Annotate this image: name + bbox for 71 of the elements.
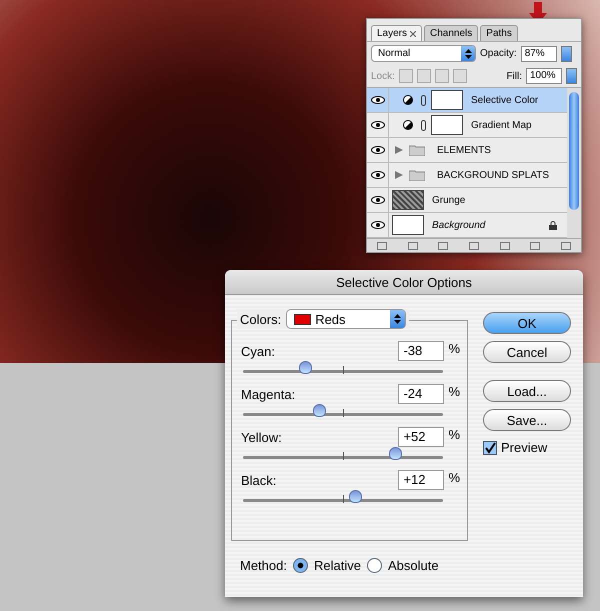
layer-thumbnail	[392, 215, 424, 235]
eye-icon[interactable]	[370, 221, 384, 229]
preview-label: Preview	[501, 440, 548, 455]
value-field[interactable]: -24	[398, 384, 444, 404]
layer-name: Grunge	[432, 194, 466, 206]
stepper-icon	[461, 46, 475, 61]
layer-name: Selective Color	[471, 94, 538, 106]
eye-icon[interactable]	[370, 96, 384, 104]
fill-field[interactable]: 100%	[526, 68, 562, 84]
opacity-arrow-button[interactable]	[560, 46, 572, 62]
stepper-icon	[390, 310, 406, 328]
layer-name: ELEMENTS	[437, 144, 491, 156]
opacity-field[interactable]: 87%	[520, 46, 557, 62]
fill-arrow-button[interactable]	[566, 68, 577, 84]
layer-row[interactable]: Grunge	[367, 188, 567, 213]
panel-tab[interactable]: Paths	[480, 25, 518, 41]
dialog-button[interactable]: Cancel	[483, 341, 571, 363]
mask-thumbnail	[431, 90, 463, 110]
value-field[interactable]: -38	[398, 341, 444, 361]
dialog-button[interactable]: OK	[483, 312, 571, 334]
colors-label: Colors:	[240, 312, 282, 326]
lock-label: Lock:	[371, 70, 395, 82]
layer-row[interactable]: Selective Color	[367, 88, 567, 113]
method-label: Method:	[240, 558, 287, 573]
chain-icon	[421, 94, 426, 106]
panel-tab[interactable]: Channels	[424, 25, 478, 41]
radio-button[interactable]	[292, 558, 308, 573]
slider-label: Magenta:	[241, 386, 296, 402]
percent-label: %	[448, 341, 460, 358]
eye-icon[interactable]	[370, 171, 384, 179]
color-swatch	[294, 314, 312, 324]
layer-row[interactable]: BACKGROUND SPLATS	[367, 163, 567, 188]
dialog-button[interactable]: Load...	[483, 380, 571, 402]
chain-icon	[421, 120, 426, 130]
slider-label: Black:	[241, 472, 276, 488]
dialog-button[interactable]: Save...	[483, 409, 571, 431]
slider-thumb[interactable]	[299, 361, 312, 374]
percent-label: %	[448, 384, 460, 401]
opacity-label: Opacity:	[480, 48, 517, 59]
slider-thumb[interactable]	[349, 490, 362, 503]
value-field[interactable]: +12	[398, 470, 444, 490]
slider-label: Yellow:	[241, 430, 282, 444]
radio-button[interactable]	[366, 558, 382, 573]
layer-row[interactable]: ELEMENTS	[367, 138, 567, 163]
fill-label: Fill:	[506, 70, 522, 82]
dialog-title: Selective Color Options	[225, 270, 583, 295]
eye-icon[interactable]	[370, 146, 384, 154]
colors-select[interactable]: Reds	[286, 309, 406, 329]
blend-mode-select[interactable]: Normal	[371, 45, 476, 62]
radio-label: Relative	[314, 558, 361, 573]
layer-name: BACKGROUND SPLATS	[437, 170, 550, 180]
eye-icon[interactable]	[370, 121, 384, 129]
layer-name: Gradient Map	[471, 120, 532, 130]
radio-label: Absolute	[388, 558, 439, 573]
slider-thumb[interactable]	[389, 447, 402, 460]
value-field[interactable]: +52	[398, 427, 444, 447]
close-icon[interactable]	[410, 30, 416, 36]
triangle-icon[interactable]	[395, 171, 403, 179]
layer-name: Background	[432, 220, 486, 230]
preview-checkbox[interactable]	[483, 440, 497, 454]
panel-tab[interactable]: Layers	[371, 25, 422, 41]
triangle-icon[interactable]	[395, 146, 403, 154]
texture-thumbnail	[392, 190, 424, 210]
slider-thumb[interactable]	[313, 404, 326, 417]
layer-row[interactable]: Background	[367, 213, 567, 238]
mask-thumbnail	[431, 115, 463, 135]
eye-icon[interactable]	[370, 196, 384, 204]
percent-label: %	[448, 470, 460, 487]
layer-row[interactable]: Gradient Map	[367, 113, 567, 138]
slider-label: Cyan:	[241, 344, 275, 358]
percent-label: %	[448, 427, 460, 444]
